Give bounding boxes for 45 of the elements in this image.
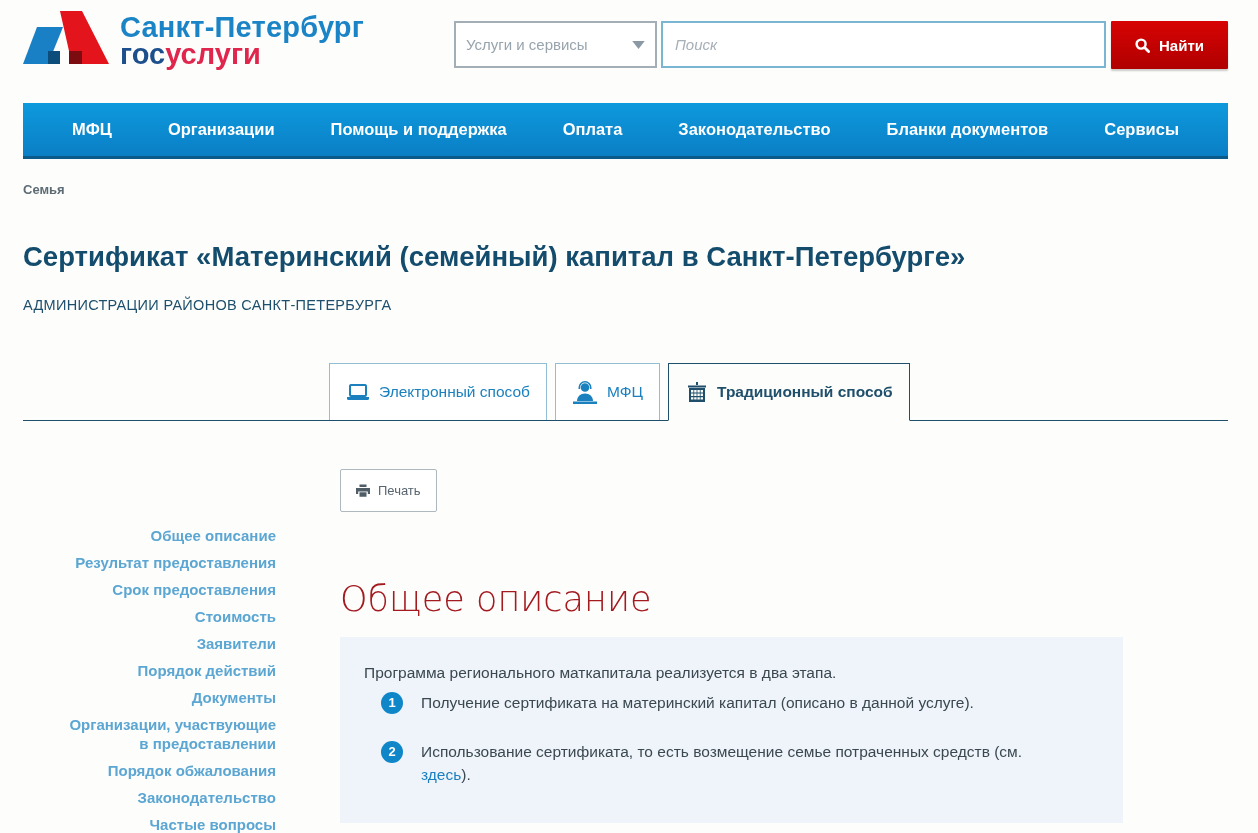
nav-link[interactable]: Сервисы <box>1104 120 1179 139</box>
sidebar-link[interactable]: Порядок обжалования <box>107 761 276 780</box>
category-select[interactable]: Услуги и сервисы <box>454 21 657 68</box>
person-headset-icon <box>573 380 597 404</box>
logo-text: гос <box>120 38 166 70</box>
nav-link[interactable]: Организации <box>167 120 275 139</box>
link[interactable]: здесь <box>421 766 462 783</box>
step-number: 2 <box>381 740 403 763</box>
nav-link[interactable]: МФЦ <box>72 120 112 139</box>
sidebar-link[interactable]: Общее описание <box>150 526 276 545</box>
sidebar-link[interactable]: Частые вопросы <box>149 815 276 833</box>
search-field[interactable]: Поиск <box>661 21 1106 68</box>
laptop-icon <box>347 384 369 400</box>
nav-link[interactable]: Бланки документов <box>886 120 1049 139</box>
sidebar-link[interactable]: Документы <box>191 688 276 707</box>
step-number: 1 <box>381 691 403 714</box>
tab[interactable]: МФЦ <box>555 363 660 420</box>
step-text: Получение сертификата на материнский капитал (описано в данной услуге). <box>421 693 974 713</box>
caret-icon <box>632 40 645 49</box>
nav-link[interactable]: Законодательство <box>678 120 831 139</box>
sidebar-link[interactable]: Срок предоставления <box>112 580 276 599</box>
section-heading: Общее описание <box>340 578 653 621</box>
logo-text: услуги <box>165 38 261 70</box>
search-button[interactable]: Найти <box>1111 21 1228 69</box>
page-subtitle: АДМИНИСТРАЦИИ РАЙОНОВ САНКТ-ПЕТЕРБУРГА <box>23 295 393 315</box>
printer-icon <box>356 484 370 497</box>
nav-link[interactable]: Помощь и поддержка <box>330 120 507 139</box>
page-title: Сертификат «Материнский (семейный) капитал в Санкт-Петербурге» <box>23 241 967 273</box>
sidebar-link[interactable]: Стоимость <box>194 607 276 626</box>
sidebar-link[interactable]: Законодательство <box>137 788 276 807</box>
search-icon <box>1135 37 1150 53</box>
print-button[interactable]: Печать <box>340 469 437 512</box>
sidebar-link[interactable]: Организации, участвующие в предоставлении <box>63 715 276 753</box>
sidebar-link[interactable]: Заявители <box>196 634 276 653</box>
nav-link[interactable]: Оплата <box>562 120 623 139</box>
sidebar-link[interactable]: Порядок действий <box>137 661 276 680</box>
logo-title: Санкт-Петербург <box>120 13 365 41</box>
building-icon <box>687 382 707 402</box>
tab[interactable]: Электронный способ <box>329 363 547 420</box>
intro-text: Программа регионального маткапитала реализуется в два этапа. <box>364 663 838 683</box>
logo-icon <box>23 10 111 66</box>
step-text: Использование сертификата, то есть возмещение семье потраченных средств (см. здесь). <box>421 742 1024 785</box>
sidebar-link[interactable]: Результат предоставления <box>75 553 276 572</box>
tab[interactable]: Традиционный способ <box>668 363 910 421</box>
breadcrumb-link[interactable]: Семья <box>23 182 65 197</box>
